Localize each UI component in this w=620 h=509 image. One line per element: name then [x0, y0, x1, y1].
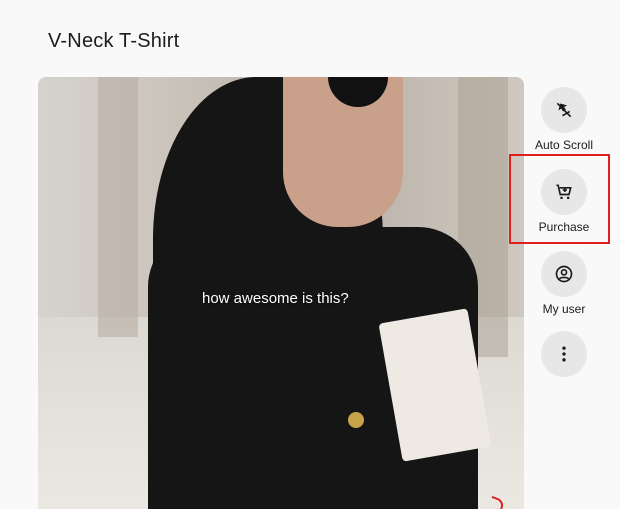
more-options-button[interactable] [520, 331, 608, 377]
video-subject-coat-button [348, 412, 364, 428]
auto-scroll-button[interactable]: Auto Scroll [520, 87, 608, 152]
video-caption: how awesome is this? [202, 290, 349, 307]
my-user-button[interactable]: My user [520, 251, 608, 316]
background-tree [98, 77, 138, 337]
auto-scroll-label: Auto Scroll [534, 138, 594, 152]
purchase-highlight-box [509, 154, 610, 244]
my-user-label: My user [542, 302, 586, 316]
more-vertical-icon [541, 331, 587, 377]
page-title: V-Neck T-Shirt [48, 30, 180, 52]
user-icon [541, 251, 587, 297]
auto-scroll-icon [541, 87, 587, 133]
